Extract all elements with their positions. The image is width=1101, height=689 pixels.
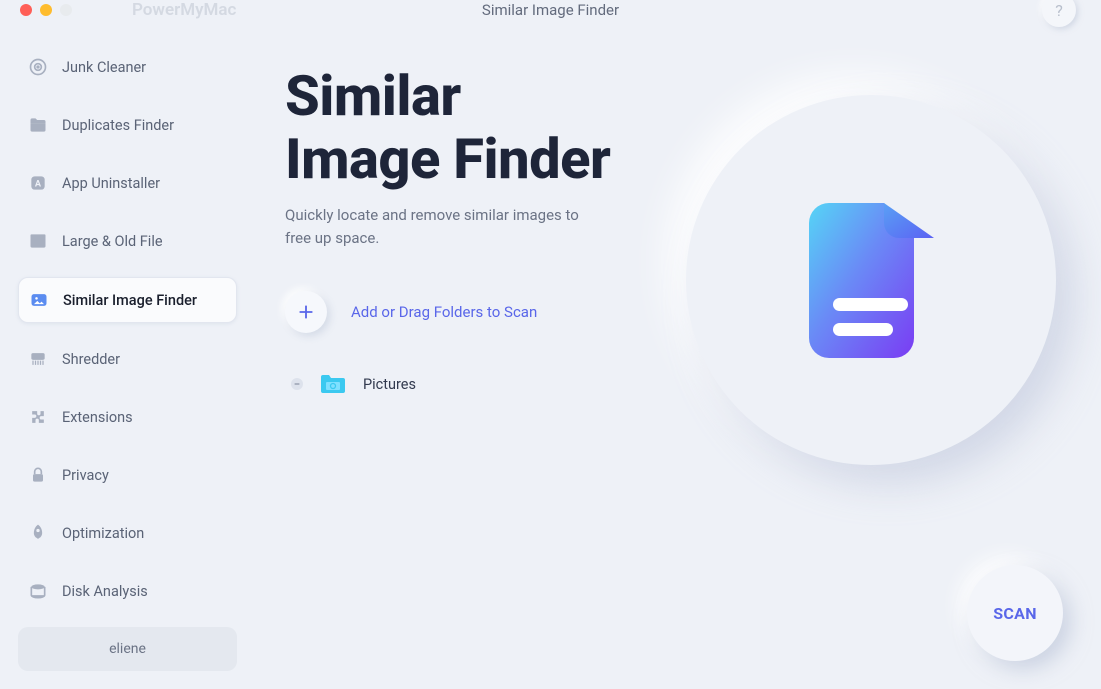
sidebar-item-privacy[interactable]: Privacy (18, 453, 237, 497)
feature-description: Quickly locate and remove similar images… (285, 204, 585, 249)
sidebar-item-large-old-file[interactable]: Large & Old File (18, 219, 237, 263)
sidebar-item-label: Optimization (62, 525, 227, 542)
rocket-icon (28, 523, 48, 543)
sidebar-item-label: Large & Old File (62, 233, 227, 250)
close-window-button[interactable] (20, 4, 32, 16)
user-chip[interactable]: eliene (18, 627, 237, 671)
sidebar-item-label: Similar Image Finder (63, 292, 226, 309)
app-window: PowerMyMac Similar Image Finder ? Junk C… (0, 0, 1101, 661)
sidebar-item-extensions[interactable]: Extensions (18, 395, 237, 439)
image-icon (29, 290, 49, 310)
titlebar: PowerMyMac Similar Image Finder ? (0, 0, 1101, 20)
traffic-lights (20, 4, 72, 16)
sidebar: Junk Cleaner Duplicates Finder A App Uni… (0, 20, 255, 689)
plus-icon (285, 291, 327, 333)
add-folder-label: Add or Drag Folders to Scan (351, 303, 537, 321)
puzzle-icon (28, 407, 48, 427)
feature-illustration-circle (686, 95, 1056, 465)
help-icon: ? (1055, 1, 1063, 20)
sidebar-item-shredder[interactable]: Shredder (18, 337, 237, 381)
sidebar-item-junk-cleaner[interactable]: Junk Cleaner (18, 45, 237, 89)
sidebar-item-label: Shredder (62, 351, 227, 368)
disk-icon (28, 581, 48, 601)
page-title: Similar Image Finder (482, 1, 619, 19)
scan-label: SCAN (993, 604, 1037, 623)
svg-text:A: A (35, 179, 42, 189)
remove-folder-button[interactable] (291, 378, 303, 390)
minimize-window-button[interactable] (40, 4, 52, 16)
sidebar-item-disk-analysis[interactable]: Disk Analysis (18, 569, 237, 613)
folders-icon (28, 115, 48, 135)
maximize-window-button[interactable] (60, 4, 72, 16)
sidebar-item-label: Extensions (62, 409, 227, 426)
sidebar-item-duplicates-finder[interactable]: Duplicates Finder (18, 103, 237, 147)
document-illustration-icon (809, 203, 934, 358)
sidebar-item-label: Junk Cleaner (62, 59, 227, 76)
sidebar-item-label: App Uninstaller (62, 175, 227, 192)
folder-icon (319, 373, 347, 395)
app-name: PowerMyMac (132, 0, 236, 20)
sidebar-item-label: Disk Analysis (62, 583, 227, 600)
sidebar-item-optimization[interactable]: Optimization (18, 511, 237, 555)
sidebar-item-label: Duplicates Finder (62, 117, 227, 134)
shredder-icon (28, 349, 48, 369)
content-area: Similar Image Finder Quickly locate and … (255, 20, 1101, 689)
scan-button[interactable]: SCAN (967, 565, 1063, 661)
folder-name: Pictures (363, 376, 416, 393)
sidebar-item-similar-image-finder[interactable]: Similar Image Finder (18, 277, 237, 323)
user-name: eliene (109, 641, 146, 657)
app-icon: A (28, 173, 48, 193)
main-area: Junk Cleaner Duplicates Finder A App Uni… (0, 20, 1101, 689)
lock-icon (28, 465, 48, 485)
sidebar-item-app-uninstaller[interactable]: A App Uninstaller (18, 161, 237, 205)
sidebar-item-label: Privacy (62, 467, 227, 484)
target-icon (28, 57, 48, 77)
box-icon (28, 231, 48, 251)
